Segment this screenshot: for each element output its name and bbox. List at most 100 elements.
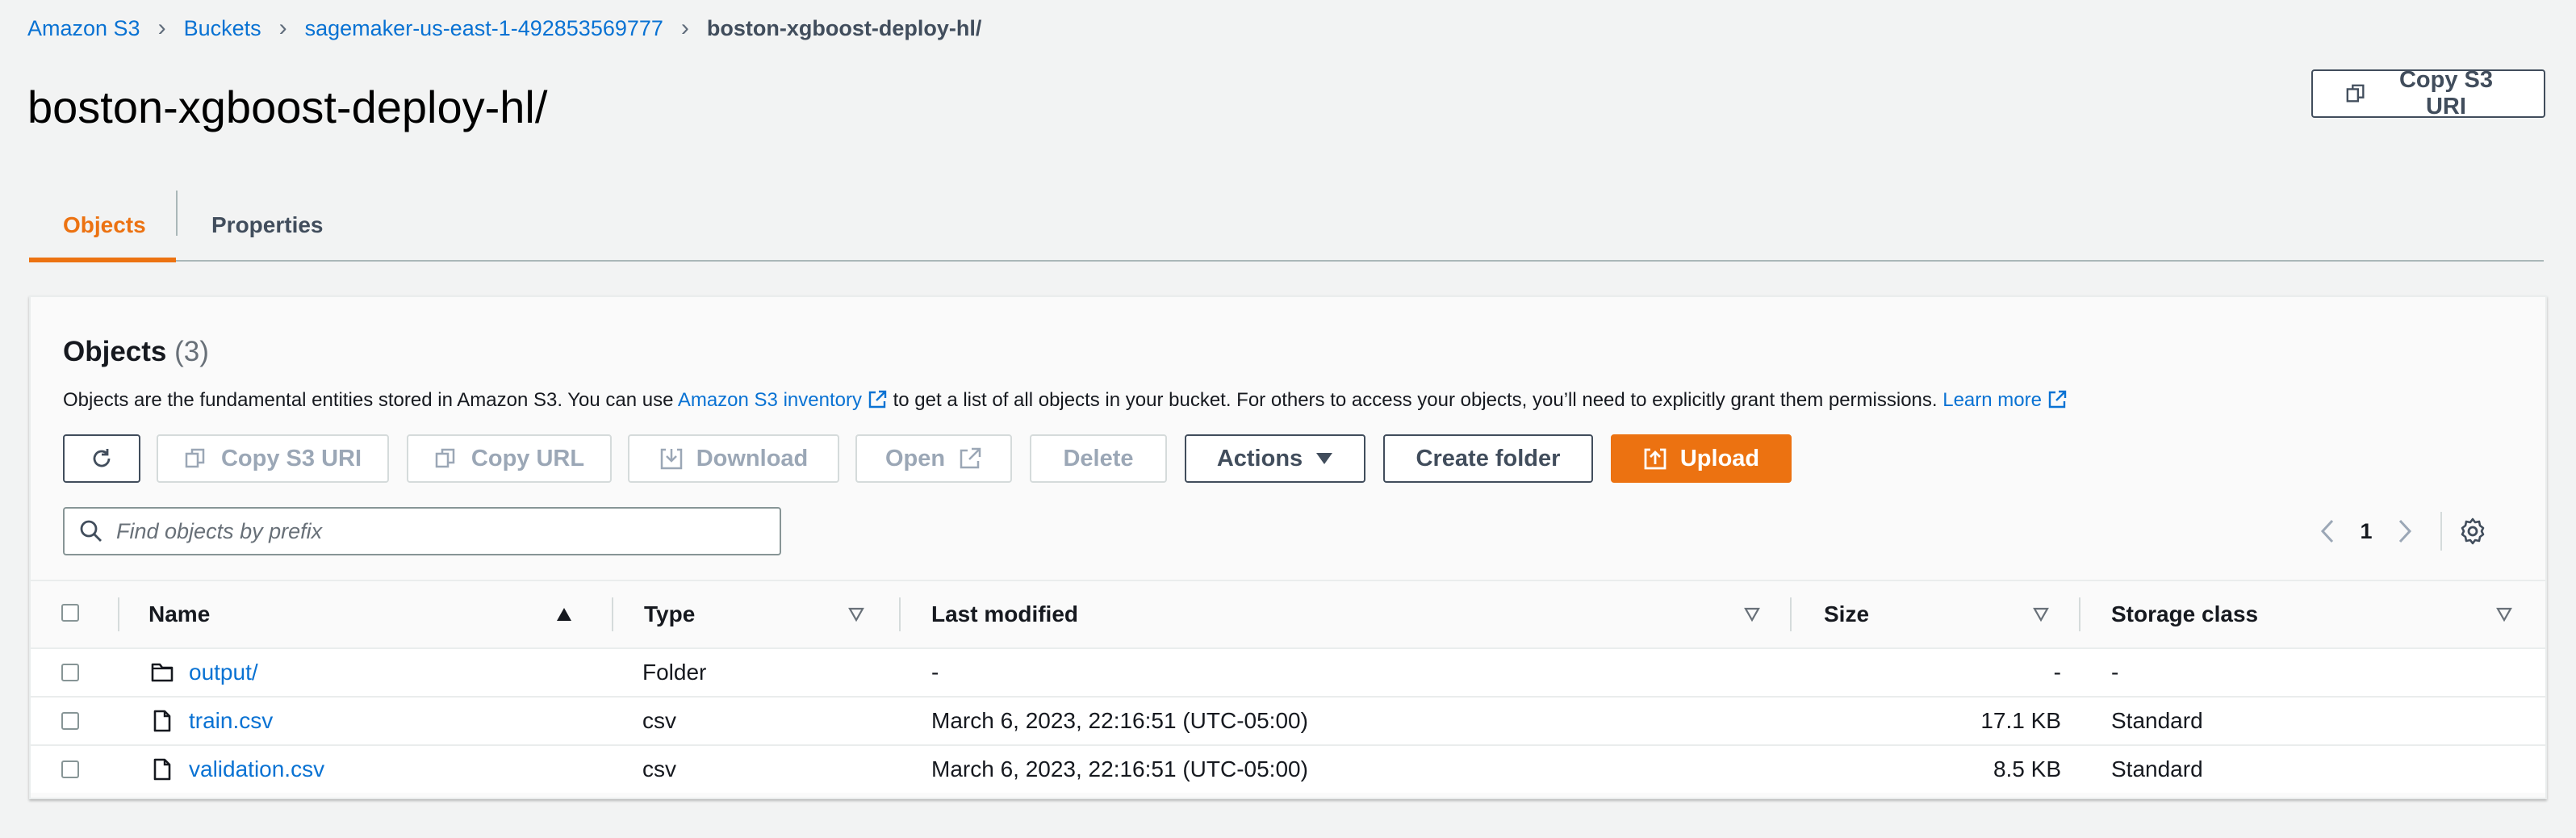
copy-s3-uri-header-button[interactable]: Copy S3 URI xyxy=(2311,67,2545,119)
objects-description: Objects are the fundamental entities sto… xyxy=(63,389,2068,412)
refresh-button[interactable] xyxy=(63,434,140,483)
open-label: Open xyxy=(884,445,946,471)
column-header-last-modified[interactable]: Last modified xyxy=(931,581,1078,647)
tab-objects[interactable]: Objects xyxy=(63,191,146,260)
preferences-button[interactable] xyxy=(2455,513,2490,549)
pager-divider xyxy=(2440,512,2442,551)
folder-icon xyxy=(151,663,174,682)
breadcrumb-amazon-s3[interactable]: Amazon S3 xyxy=(27,16,140,41)
chevron-left-icon xyxy=(2320,519,2334,543)
sort-icon[interactable] xyxy=(1743,605,1761,623)
size-cell: - xyxy=(2053,660,2061,685)
desc-text-2: to get a list of all objects in your buc… xyxy=(887,389,1938,411)
column-divider xyxy=(612,597,613,631)
name-cell: validation.csv xyxy=(189,746,324,793)
type-cell: csv xyxy=(642,756,676,781)
create-folder-button[interactable]: Create folder xyxy=(1383,434,1593,483)
table-row: validation.csv csv March 6, 2023, 22:16:… xyxy=(31,746,2545,793)
objects-table: Name Type Last modified Size Storage cla… xyxy=(31,580,2545,793)
delete-label: Delete xyxy=(1063,445,1134,471)
breadcrumb-bucket[interactable]: sagemaker-us-east-1-492853569777 xyxy=(305,16,663,41)
gear-icon xyxy=(2461,517,2485,545)
copy-s3-uri-label: Copy S3 URI xyxy=(2398,67,2493,119)
external-link-icon xyxy=(960,447,981,469)
type-cell: csv xyxy=(642,708,676,733)
chevron-right-icon: › xyxy=(278,15,287,41)
actions-label: Actions xyxy=(1216,445,1303,471)
upload-label: Upload xyxy=(1679,445,1760,471)
sort-icon[interactable] xyxy=(2495,605,2513,623)
next-page-button[interactable] xyxy=(2387,513,2423,549)
copy-s3-uri-button[interactable]: Copy S3 URI xyxy=(157,434,389,483)
object-link[interactable]: train.csv xyxy=(189,708,273,734)
caret-down-icon xyxy=(1316,453,1333,464)
chevron-right-icon: › xyxy=(680,15,689,41)
column-header-storage-class[interactable]: Storage class xyxy=(2111,581,2258,647)
actions-dropdown[interactable]: Actions xyxy=(1185,434,1365,483)
column-divider xyxy=(1790,597,1792,631)
select-all-checkbox[interactable] xyxy=(61,604,79,622)
breadcrumb-buckets[interactable]: Buckets xyxy=(184,16,261,41)
objects-count: (3) xyxy=(174,336,209,367)
page-title: boston-xgboost-deploy-hl/ xyxy=(27,82,548,132)
active-tab-indicator xyxy=(29,258,176,262)
current-page-number[interactable]: 1 xyxy=(2345,519,2387,544)
storage-class-cell: Standard xyxy=(2111,708,2203,733)
download-icon xyxy=(660,448,682,470)
sort-ascending-icon[interactable] xyxy=(555,605,573,623)
chevron-right-icon: › xyxy=(157,15,166,41)
last-modified-cell: March 6, 2023, 22:16:51 (UTC-05:00) xyxy=(931,756,1308,781)
copy-s3-uri-label: Copy S3 URI xyxy=(220,445,362,471)
file-icon xyxy=(153,758,171,781)
copy-icon xyxy=(185,448,205,468)
name-cell: output/ xyxy=(189,649,258,696)
column-divider xyxy=(2079,597,2080,631)
s3-inventory-link[interactable]: Amazon S3 inventory xyxy=(678,389,888,411)
column-header-type[interactable]: Type xyxy=(644,581,695,647)
column-divider xyxy=(118,597,119,631)
pagination: 1 xyxy=(2310,509,2490,554)
row-checkbox[interactable] xyxy=(61,664,79,681)
tab-divider xyxy=(176,191,178,236)
create-folder-label: Create folder xyxy=(1416,445,1561,471)
external-link-icon xyxy=(2048,390,2067,409)
column-header-name[interactable]: Name xyxy=(148,581,210,647)
previous-page-button[interactable] xyxy=(2310,513,2345,549)
tab-bar: Objects Properties xyxy=(29,191,2544,262)
sort-icon[interactable] xyxy=(2032,605,2050,623)
object-link[interactable]: validation.csv xyxy=(189,756,324,782)
download-button[interactable]: Download xyxy=(628,434,839,483)
download-label: Download xyxy=(696,445,809,471)
search-box xyxy=(63,507,781,555)
tab-properties[interactable]: Properties xyxy=(211,191,324,260)
copy-icon xyxy=(435,448,455,468)
upload-button[interactable]: Upload xyxy=(1611,434,1792,483)
object-link[interactable]: output/ xyxy=(189,660,258,685)
table-row: train.csv csv March 6, 2023, 22:16:51 (U… xyxy=(31,698,2545,746)
chevron-right-icon xyxy=(2398,519,2412,543)
refresh-icon xyxy=(93,449,111,467)
objects-panel: Objects (3) Objects are the fundamental … xyxy=(29,295,2547,799)
table-header: Name Type Last modified Size Storage cla… xyxy=(31,580,2545,649)
storage-class-cell: - xyxy=(2111,660,2119,685)
copy-icon xyxy=(2346,84,2365,103)
column-divider xyxy=(899,597,901,631)
size-cell: 8.5 KB xyxy=(1993,756,2061,781)
open-button[interactable]: Open xyxy=(855,434,1012,483)
learn-more-link[interactable]: Learn more xyxy=(1942,389,2068,411)
search-input[interactable] xyxy=(115,517,763,545)
search-icon xyxy=(80,520,102,542)
column-header-size[interactable]: Size xyxy=(1824,581,1869,647)
storage-class-cell: Standard xyxy=(2111,756,2203,781)
sort-icon[interactable] xyxy=(847,605,865,623)
file-icon xyxy=(153,710,171,732)
row-checkbox[interactable] xyxy=(61,712,79,730)
size-cell: 17.1 KB xyxy=(1980,708,2061,733)
delete-button[interactable]: Delete xyxy=(1030,434,1167,483)
objects-heading-text: Objects xyxy=(63,336,167,367)
upload-icon xyxy=(1644,448,1666,470)
desc-text-1: Objects are the fundamental entities sto… xyxy=(63,389,678,411)
last-modified-cell: March 6, 2023, 22:16:51 (UTC-05:00) xyxy=(931,708,1308,733)
row-checkbox[interactable] xyxy=(61,760,79,778)
copy-url-button[interactable]: Copy URL xyxy=(407,434,612,483)
